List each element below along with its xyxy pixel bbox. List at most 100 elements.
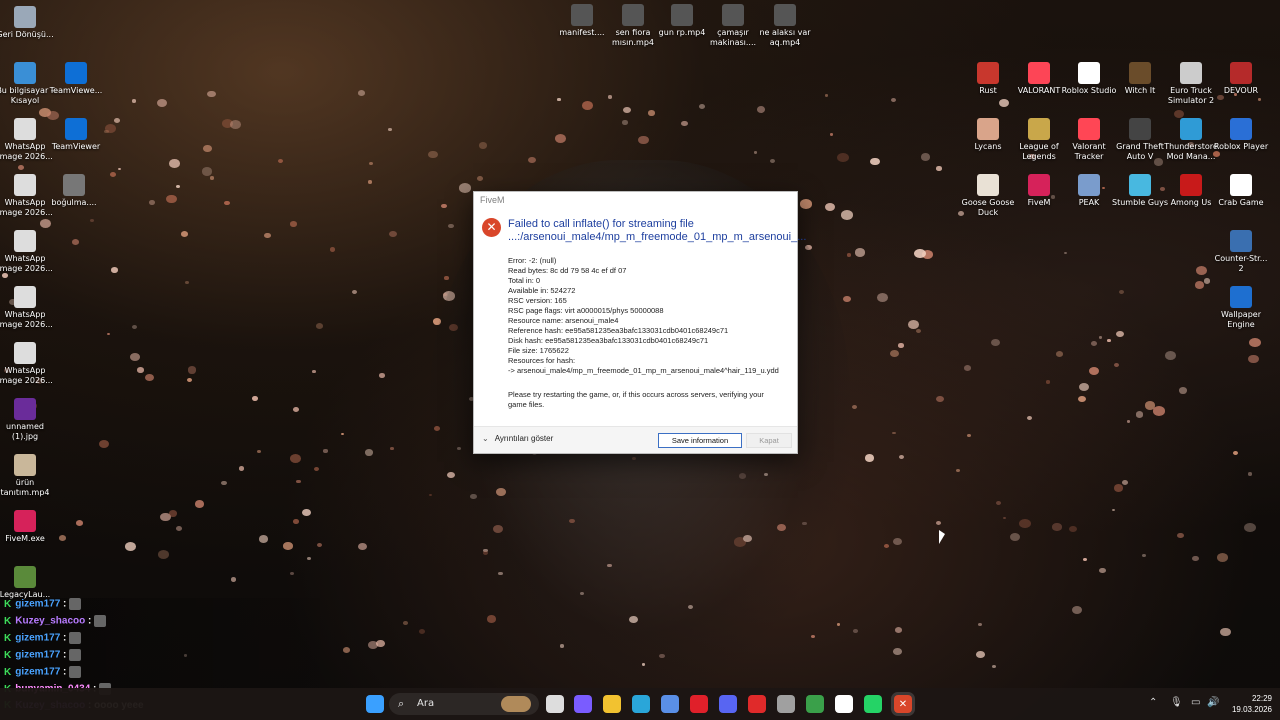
desktop-icon[interactable]: Roblox Player	[1211, 118, 1271, 152]
petal	[1119, 289, 1125, 294]
lycans-icon	[977, 118, 999, 140]
fivem-error-dialog: FiveM ✕ Failed to call inflate() for str…	[473, 191, 806, 454]
petal	[39, 219, 51, 229]
desktop-icon[interactable]: WhatsApp Image 2026...	[0, 342, 55, 386]
notepad-icon[interactable]	[806, 695, 824, 713]
desktop-icon[interactable]: ne alaksı var aq.mp4	[755, 4, 815, 48]
petal	[166, 194, 177, 203]
petal	[1179, 386, 1188, 394]
fivem-icon	[1028, 174, 1050, 196]
petal	[388, 128, 392, 132]
file-explorer-icon[interactable]	[603, 695, 621, 713]
petal	[175, 184, 180, 188]
thunderstore-icon	[1180, 118, 1202, 140]
petal	[203, 144, 212, 152]
whatsapp-icon[interactable]	[864, 695, 882, 713]
image-file-icon	[14, 230, 36, 252]
desktop-icon[interactable]: ürün tanıtım.mp4	[0, 454, 55, 498]
petal	[89, 218, 95, 223]
chat-badge-icon: K	[4, 666, 12, 678]
store-icon[interactable]	[661, 695, 679, 713]
petal	[846, 252, 852, 257]
fivem-error-icon[interactable]: ✕	[891, 692, 915, 716]
capcut-icon[interactable]	[835, 695, 853, 713]
close-button[interactable]: Kapat	[746, 433, 792, 448]
petal	[963, 365, 972, 372]
petal	[1196, 266, 1207, 275]
network-icon[interactable]: ▭	[1191, 697, 1200, 708]
petal	[837, 153, 849, 163]
desktop-icon-label: Wallpaper Engine	[1220, 310, 1261, 329]
edge-icon[interactable]	[632, 695, 650, 713]
petal	[98, 439, 110, 449]
truck-icon	[1180, 62, 1202, 84]
desktop-icon[interactable]: boğulma....	[44, 174, 104, 208]
clock-date: 19.03.2026	[1231, 705, 1272, 714]
petal	[145, 374, 155, 382]
show-details-toggle[interactable]: ⌄ Ayrıntıları göster	[482, 434, 553, 443]
petal	[109, 172, 117, 178]
task-view-icon[interactable]	[546, 695, 564, 713]
desktop-icon[interactable]: Geri Dönüşü...	[0, 6, 55, 40]
petal	[753, 151, 758, 155]
chat-emote-icon	[69, 632, 82, 644]
recording-icon[interactable]	[748, 695, 766, 713]
tray-chevron-icon[interactable]: ⌃	[1149, 697, 1157, 708]
petal	[230, 120, 242, 129]
opera-icon[interactable]	[690, 695, 708, 713]
volume-icon[interactable]: 🔊	[1207, 697, 1219, 708]
petal	[169, 159, 180, 168]
chat-message: Kgizem177 :	[4, 666, 82, 682]
microphone-icon[interactable]: 🎙	[1170, 697, 1183, 708]
desktop-icon[interactable]: FiveM.exe	[0, 510, 55, 544]
petal	[168, 509, 178, 517]
petal	[607, 95, 613, 100]
steam-icon[interactable]	[777, 695, 795, 713]
petal	[441, 203, 448, 209]
desktop-icon[interactable]: çamaşır makinası....	[703, 4, 763, 48]
petal	[1052, 523, 1062, 531]
discord-icon[interactable]	[719, 695, 737, 713]
petal	[341, 432, 345, 436]
start-icon[interactable]	[366, 695, 384, 713]
petal	[852, 405, 858, 410]
chat-message: Kgizem177 :	[4, 598, 82, 614]
petal	[824, 94, 828, 97]
petal	[623, 107, 632, 114]
clock[interactable]: 22:29 19.03.2026	[1226, 693, 1272, 715]
image-file-icon	[14, 398, 36, 420]
detail-line: -> arsenoui_male4/mp_m_freemode_01_mp_m_…	[508, 366, 779, 375]
petal	[756, 106, 766, 113]
desktop-icon[interactable]: Counter-Str... 2	[1211, 230, 1271, 274]
desktop-icon-label: ürün tanıtım.mp4	[0, 478, 50, 497]
petal	[1113, 484, 1124, 492]
petal	[252, 396, 258, 401]
petal	[1244, 522, 1256, 532]
desktop-icon[interactable]: unnamed (1).jpg	[0, 398, 55, 442]
save-information-button[interactable]: Save information	[658, 433, 742, 448]
petal	[892, 431, 896, 435]
petal	[402, 621, 408, 625]
desktop-icon[interactable]: DEVOUR	[1211, 62, 1271, 96]
petal	[367, 180, 373, 184]
desktop-icon[interactable]: TeamViewer	[46, 118, 106, 152]
desktop-icon[interactable]: Wallpaper Engine	[1211, 286, 1271, 330]
desktop-icon-label: Roblox Player	[1213, 142, 1269, 151]
dialog-heading-line1: Failed to call inflate() for streaming f…	[508, 218, 694, 230]
mouse-cursor-icon	[939, 530, 945, 544]
desktop-icon[interactable]: TeamViewe...	[46, 62, 106, 96]
taskbar-search[interactable]: ⌕ Ara	[389, 693, 539, 715]
detail-line: Resource name: arsenoui_male4	[508, 316, 619, 325]
desktop-icon[interactable]: WhatsApp Image 2026...	[0, 230, 55, 274]
desktop-icon-label: WhatsApp Image 2026...	[0, 366, 53, 385]
petal	[113, 117, 121, 123]
desktop-icon-label: WhatsApp Image 2026...	[0, 254, 53, 273]
petal	[389, 230, 397, 237]
desktop-icon[interactable]: Crab Game	[1211, 174, 1271, 208]
desktop-icon[interactable]: WhatsApp Image 2026...	[0, 286, 55, 330]
desktop-icon[interactable]: LegacyLau...	[0, 566, 55, 600]
show-details-label: Ayrıntıları göster	[494, 434, 554, 443]
copilot-icon[interactable]	[574, 695, 592, 713]
petal	[990, 338, 1000, 347]
petal	[149, 200, 156, 205]
